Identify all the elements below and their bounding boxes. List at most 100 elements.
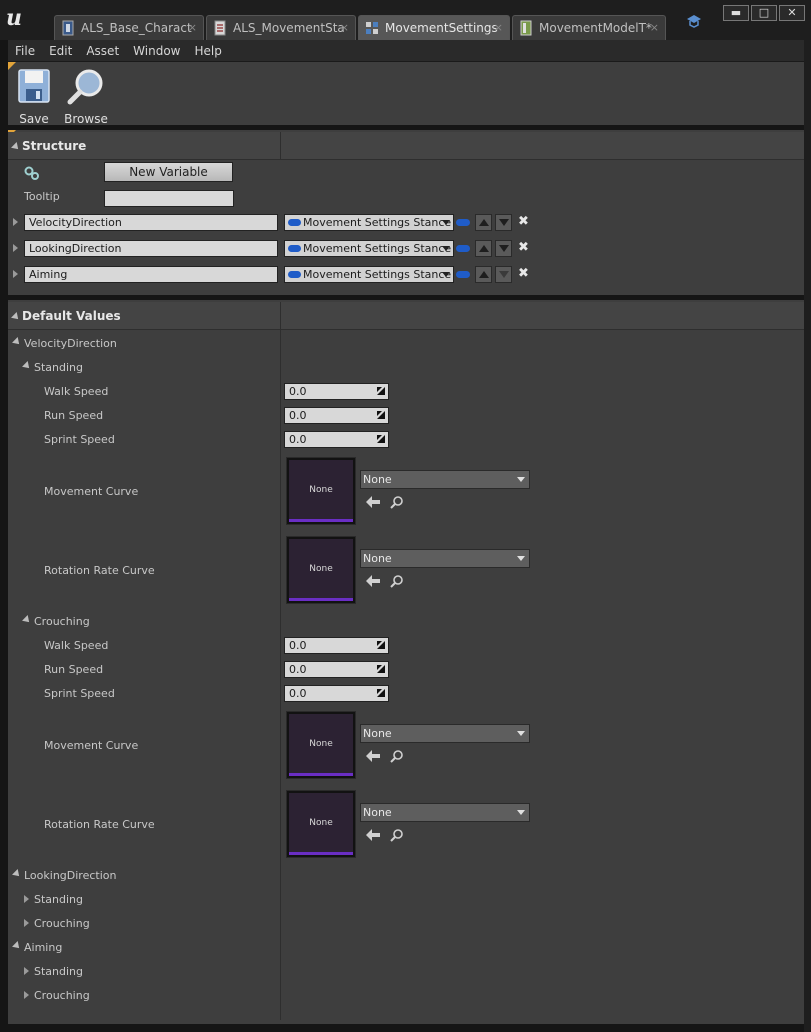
asset-value: None bbox=[363, 727, 392, 740]
browse-search-icon[interactable] bbox=[390, 829, 403, 842]
walk-speed-input[interactable]: 0.0 bbox=[284, 383, 389, 400]
move-down-button[interactable] bbox=[495, 214, 512, 231]
rotation-rate-curve-dropdown[interactable]: None bbox=[360, 549, 530, 568]
move-up-button[interactable] bbox=[475, 266, 492, 283]
move-down-button[interactable] bbox=[495, 266, 512, 283]
expand-arrow-icon[interactable] bbox=[13, 218, 18, 226]
tab-close-icon[interactable]: × bbox=[650, 21, 659, 34]
use-selected-arrow-icon[interactable] bbox=[366, 750, 380, 762]
walk-speed-input[interactable]: 0.0 bbox=[284, 637, 389, 654]
window-border bbox=[804, 40, 811, 1032]
asset-value: None bbox=[363, 806, 392, 819]
save-button[interactable]: Save bbox=[9, 68, 59, 126]
variable-type-dropdown[interactable]: Movement Settings Stance bbox=[284, 214, 454, 231]
menu-window[interactable]: Window bbox=[126, 44, 187, 58]
crouching-category[interactable]: Crouching bbox=[34, 989, 90, 1002]
expand-arrow-icon[interactable] bbox=[24, 991, 29, 999]
tab-label: ALS_Base_Charact bbox=[81, 21, 192, 35]
standing-category[interactable]: Standing bbox=[34, 893, 83, 906]
enum-icon bbox=[213, 20, 227, 36]
crouching-category[interactable]: Crouching bbox=[34, 615, 90, 628]
run-speed-input[interactable]: 0.0 bbox=[284, 407, 389, 424]
standing-category[interactable]: Standing bbox=[34, 965, 83, 978]
collapse-arrow-icon[interactable] bbox=[12, 337, 22, 347]
tab-movement-settings[interactable]: MovementSettings × bbox=[358, 15, 510, 40]
tab-close-icon[interactable]: × bbox=[340, 21, 349, 34]
unreal-logo-icon[interactable]: u bbox=[6, 6, 30, 30]
run-speed-value: 0.0 bbox=[289, 663, 307, 676]
maximize-button[interactable]: □ bbox=[751, 5, 777, 21]
expand-arrow-icon[interactable] bbox=[13, 270, 18, 278]
variable-type-dropdown[interactable]: Movement Settings Stance bbox=[284, 266, 454, 283]
browse-search-icon[interactable] bbox=[390, 575, 403, 588]
looking-direction-category[interactable]: LookingDirection bbox=[24, 869, 116, 882]
collapse-arrow-icon[interactable] bbox=[22, 361, 32, 371]
use-selected-arrow-icon[interactable] bbox=[366, 575, 380, 587]
variable-name-input[interactable]: LookingDirection bbox=[24, 240, 278, 257]
tab-als-base-character[interactable]: ALS_Base_Charact × bbox=[54, 15, 204, 40]
browse-button[interactable]: Browse bbox=[61, 68, 111, 126]
use-selected-arrow-icon[interactable] bbox=[366, 829, 380, 841]
tab-movement-model-table[interactable]: MovementModelT* × bbox=[512, 15, 666, 40]
collapse-arrow-icon[interactable] bbox=[12, 941, 22, 951]
menu-help[interactable]: Help bbox=[187, 44, 228, 58]
collapse-arrow-icon[interactable] bbox=[12, 869, 22, 879]
move-up-button[interactable] bbox=[475, 240, 492, 257]
variable-name-input[interactable]: Aiming bbox=[24, 266, 278, 283]
tooltip-input[interactable] bbox=[104, 190, 234, 207]
minimize-button[interactable]: ▬ bbox=[723, 5, 749, 21]
expand-arrow-icon[interactable] bbox=[13, 244, 18, 252]
tab-als-movement-state[interactable]: ALS_MovementSta × bbox=[206, 15, 356, 40]
variable-type-dropdown[interactable]: Movement Settings Stance bbox=[284, 240, 454, 257]
asset-type-bar bbox=[289, 598, 353, 601]
thumbnail-label: None bbox=[289, 539, 353, 599]
variable-name-input[interactable]: VelocityDirection bbox=[24, 214, 278, 231]
menu-bar: File Edit Asset Window Help bbox=[8, 40, 804, 61]
tab-close-icon[interactable]: × bbox=[494, 21, 503, 34]
container-type-icon[interactable] bbox=[456, 219, 470, 226]
sprint-speed-input[interactable]: 0.0 bbox=[284, 431, 389, 448]
collapse-arrow-icon[interactable] bbox=[22, 615, 32, 625]
asset-thumbnail[interactable]: None bbox=[286, 711, 356, 779]
new-variable-button[interactable]: New Variable bbox=[104, 162, 233, 182]
menu-edit[interactable]: Edit bbox=[42, 44, 79, 58]
expand-arrow-icon[interactable] bbox=[24, 895, 29, 903]
run-speed-input[interactable]: 0.0 bbox=[284, 661, 389, 678]
expand-arrow-icon[interactable] bbox=[24, 967, 29, 975]
arrow-up-icon bbox=[479, 245, 489, 252]
default-values-header[interactable]: Default Values bbox=[8, 302, 804, 330]
move-up-button[interactable] bbox=[475, 214, 492, 231]
browse-search-icon[interactable] bbox=[390, 496, 403, 509]
container-type-icon[interactable] bbox=[456, 245, 470, 252]
struct-type-pill-icon bbox=[288, 219, 301, 226]
container-type-icon[interactable] bbox=[456, 271, 470, 278]
crouching-category[interactable]: Crouching bbox=[34, 917, 90, 930]
asset-thumbnail[interactable]: None bbox=[286, 536, 356, 604]
sprint-speed-input[interactable]: 0.0 bbox=[284, 685, 389, 702]
menu-file[interactable]: File bbox=[8, 44, 42, 58]
move-down-button[interactable] bbox=[495, 240, 512, 257]
use-selected-arrow-icon[interactable] bbox=[366, 496, 380, 508]
expand-arrow-icon[interactable] bbox=[24, 919, 29, 927]
remove-variable-button[interactable]: ✖ bbox=[518, 240, 529, 255]
remove-variable-button[interactable]: ✖ bbox=[518, 266, 529, 281]
asset-thumbnail[interactable]: None bbox=[286, 457, 356, 525]
movement-curve-dropdown[interactable]: None bbox=[360, 470, 530, 489]
struct-icon bbox=[365, 20, 379, 36]
tab-close-icon[interactable]: × bbox=[188, 21, 197, 34]
column-splitter bbox=[280, 132, 281, 160]
asset-thumbnail[interactable]: None bbox=[286, 790, 356, 858]
struct-type-pill-icon bbox=[288, 245, 301, 252]
close-button[interactable]: ✕ bbox=[779, 5, 805, 21]
browse-search-icon[interactable] bbox=[390, 750, 403, 763]
rotation-rate-curve-dropdown[interactable]: None bbox=[360, 803, 530, 822]
aiming-category[interactable]: Aiming bbox=[24, 941, 62, 954]
chevron-down-icon bbox=[442, 246, 450, 251]
standing-category[interactable]: Standing bbox=[34, 361, 83, 374]
menu-asset[interactable]: Asset bbox=[79, 44, 126, 58]
tutorial-hat-icon[interactable] bbox=[686, 14, 702, 28]
velocity-direction-category[interactable]: VelocityDirection bbox=[24, 337, 117, 350]
structure-header[interactable]: Structure bbox=[8, 132, 804, 160]
movement-curve-dropdown[interactable]: None bbox=[360, 724, 530, 743]
remove-variable-button[interactable]: ✖ bbox=[518, 214, 529, 229]
